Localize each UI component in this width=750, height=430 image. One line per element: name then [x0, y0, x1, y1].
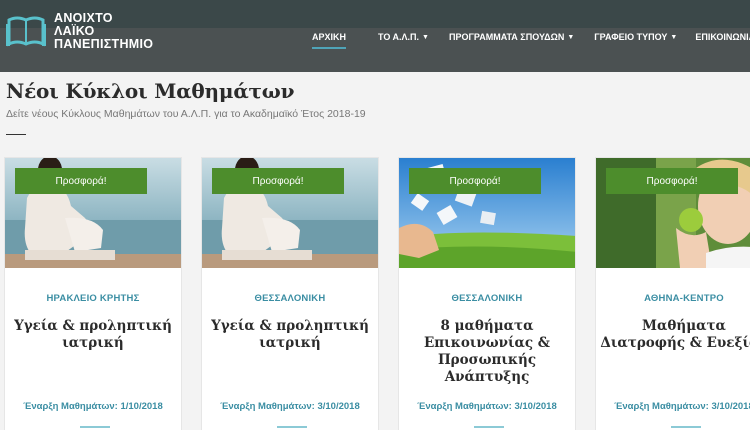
- course-card[interactable]: Προσφορά! ΘΕΣΣΑΛΟΝΙΚΗ Υγεία & προληπτική…: [201, 157, 379, 430]
- nav-label: ΕΠΙΚΟΙΝΩΝΙΑ: [695, 32, 750, 42]
- main-nav: ΑΡΧΙΚΗ ΤΟ Α.Λ.Π. ▼ ΠΡΟΓΡΑΜΜΑΤΑ ΣΠΟΥΔΩΝ ▼…: [300, 27, 750, 49]
- course-card[interactable]: Προσφορά! ΘΕΣΣΑΛΟΝΙΚΗ 8 μαθήματα Επικοιν…: [398, 157, 576, 430]
- card-location: ΗΡΑΚΛΕΙΟ ΚΡΗΤΗΣ: [46, 293, 140, 304]
- card-start-date: Έναρξη Μαθημάτων: 3/10/2018: [417, 401, 557, 412]
- page-title: Νέοι Κύκλοι Μαθημάτων: [6, 79, 295, 103]
- chevron-down-icon: ▼: [670, 33, 678, 41]
- offer-badge: Προσφορά!: [212, 168, 344, 194]
- nav-label: ΓΡΑΦΕΙΟ ΤΥΠΟΥ: [594, 32, 668, 42]
- card-accent-bar: [474, 426, 504, 428]
- offer-badge: Προσφορά!: [15, 168, 147, 194]
- card-title[interactable]: Μαθήματα Διατροφής & Ευεξίας: [600, 318, 750, 352]
- card-start-date: Έναρξη Μαθημάτων: 1/10/2018: [23, 401, 163, 412]
- puzzle-sky-image[interactable]: Προσφορά!: [399, 158, 575, 268]
- card-location: ΘΕΣΣΑΛΟΝΙΚΗ: [451, 293, 523, 304]
- nav-label: ΤΟ Α.Λ.Π.: [378, 32, 420, 42]
- logo-line: ΠΑΝΕΠΙΣΤΗΜΙΟ: [54, 37, 154, 51]
- card-accent-bar: [277, 426, 307, 428]
- book-logo-icon: [6, 12, 46, 50]
- nav-label: ΠΡΟΓΡΑΜΜΑΤΑ ΣΠΟΥΔΩΝ: [448, 32, 565, 42]
- card-accent-bar: [80, 426, 110, 428]
- card-accent-bar: [671, 426, 701, 428]
- card-start-date: Έναρξη Μαθημάτων: 3/10/2018: [220, 401, 360, 412]
- card-start-date: Έναρξη Μαθημάτων: 3/10/2018: [614, 401, 750, 412]
- nav-label: ΑΡΧΙΚΗ: [312, 32, 347, 42]
- logo-text: ΑΝΟΙΧΤΟ ΛΑΪΚΟ ΠΑΝΕΠΙΣΤΗΜΙΟ: [54, 12, 153, 51]
- nav-item-contact[interactable]: ΕΠΙΚΟΙΝΩΝΙΑ ▼: [695, 32, 750, 42]
- nav-item-home[interactable]: ΑΡΧΙΚΗ: [312, 32, 347, 49]
- card-title[interactable]: 8 μαθήματα Επικοινωνίας & Προσωπικής Ανά…: [403, 318, 571, 386]
- woman-apple-image[interactable]: Προσφορά!: [596, 158, 750, 268]
- nav-item-about[interactable]: ΤΟ Α.Λ.Π. ▼: [378, 32, 429, 42]
- card-location: ΑΘΗΝΑ-ΚΕΝΤΡΟ: [644, 293, 724, 304]
- nav-item-programs[interactable]: ΠΡΟΓΡΑΜΜΑΤΑ ΣΠΟΥΔΩΝ ▼: [449, 32, 574, 42]
- site-logo[interactable]: ΑΝΟΙΧΤΟ ΛΑΪΚΟ ΠΑΝΕΠΙΣΤΗΜΙΟ: [6, 12, 153, 51]
- card-title[interactable]: Υγεία & προληπτική ιατρική: [9, 318, 177, 352]
- site-header: ΑΝΟΙΧΤΟ ΛΑΪΚΟ ΠΑΝΕΠΙΣΤΗΜΙΟ ΑΡΧΙΚΗ ΤΟ Α.Λ…: [0, 0, 750, 72]
- nav-item-press[interactable]: ΓΡΑΦΕΙΟ ΤΥΠΟΥ ▼: [594, 32, 677, 42]
- chevron-down-icon: ▼: [422, 33, 429, 41]
- woman-by-sea-image[interactable]: Προσφορά!: [5, 158, 181, 268]
- chevron-down-icon: ▼: [567, 33, 575, 41]
- page-subtitle: Δείτε νέους Κύκλους Μαθημάτων του Α.Λ.Π.…: [6, 108, 366, 120]
- offer-badge: Προσφορά!: [409, 168, 541, 194]
- card-location: ΘΕΣΣΑΛΟΝΙΚΗ: [254, 293, 326, 304]
- offer-badge: Προσφορά!: [606, 168, 738, 194]
- title-divider: [6, 134, 26, 135]
- card-title[interactable]: Υγεία & προληπτική ιατρική: [206, 318, 374, 352]
- woman-by-sea-image[interactable]: Προσφορά!: [202, 158, 378, 268]
- course-card[interactable]: Προσφορά! ΑΘΗΝΑ-ΚΕΝΤΡΟ Μαθήματα Διατροφή…: [595, 157, 750, 430]
- course-card[interactable]: Προσφορά! ΗΡΑΚΛΕΙΟ ΚΡΗΤΗΣ Υγεία & προληπ…: [4, 157, 182, 430]
